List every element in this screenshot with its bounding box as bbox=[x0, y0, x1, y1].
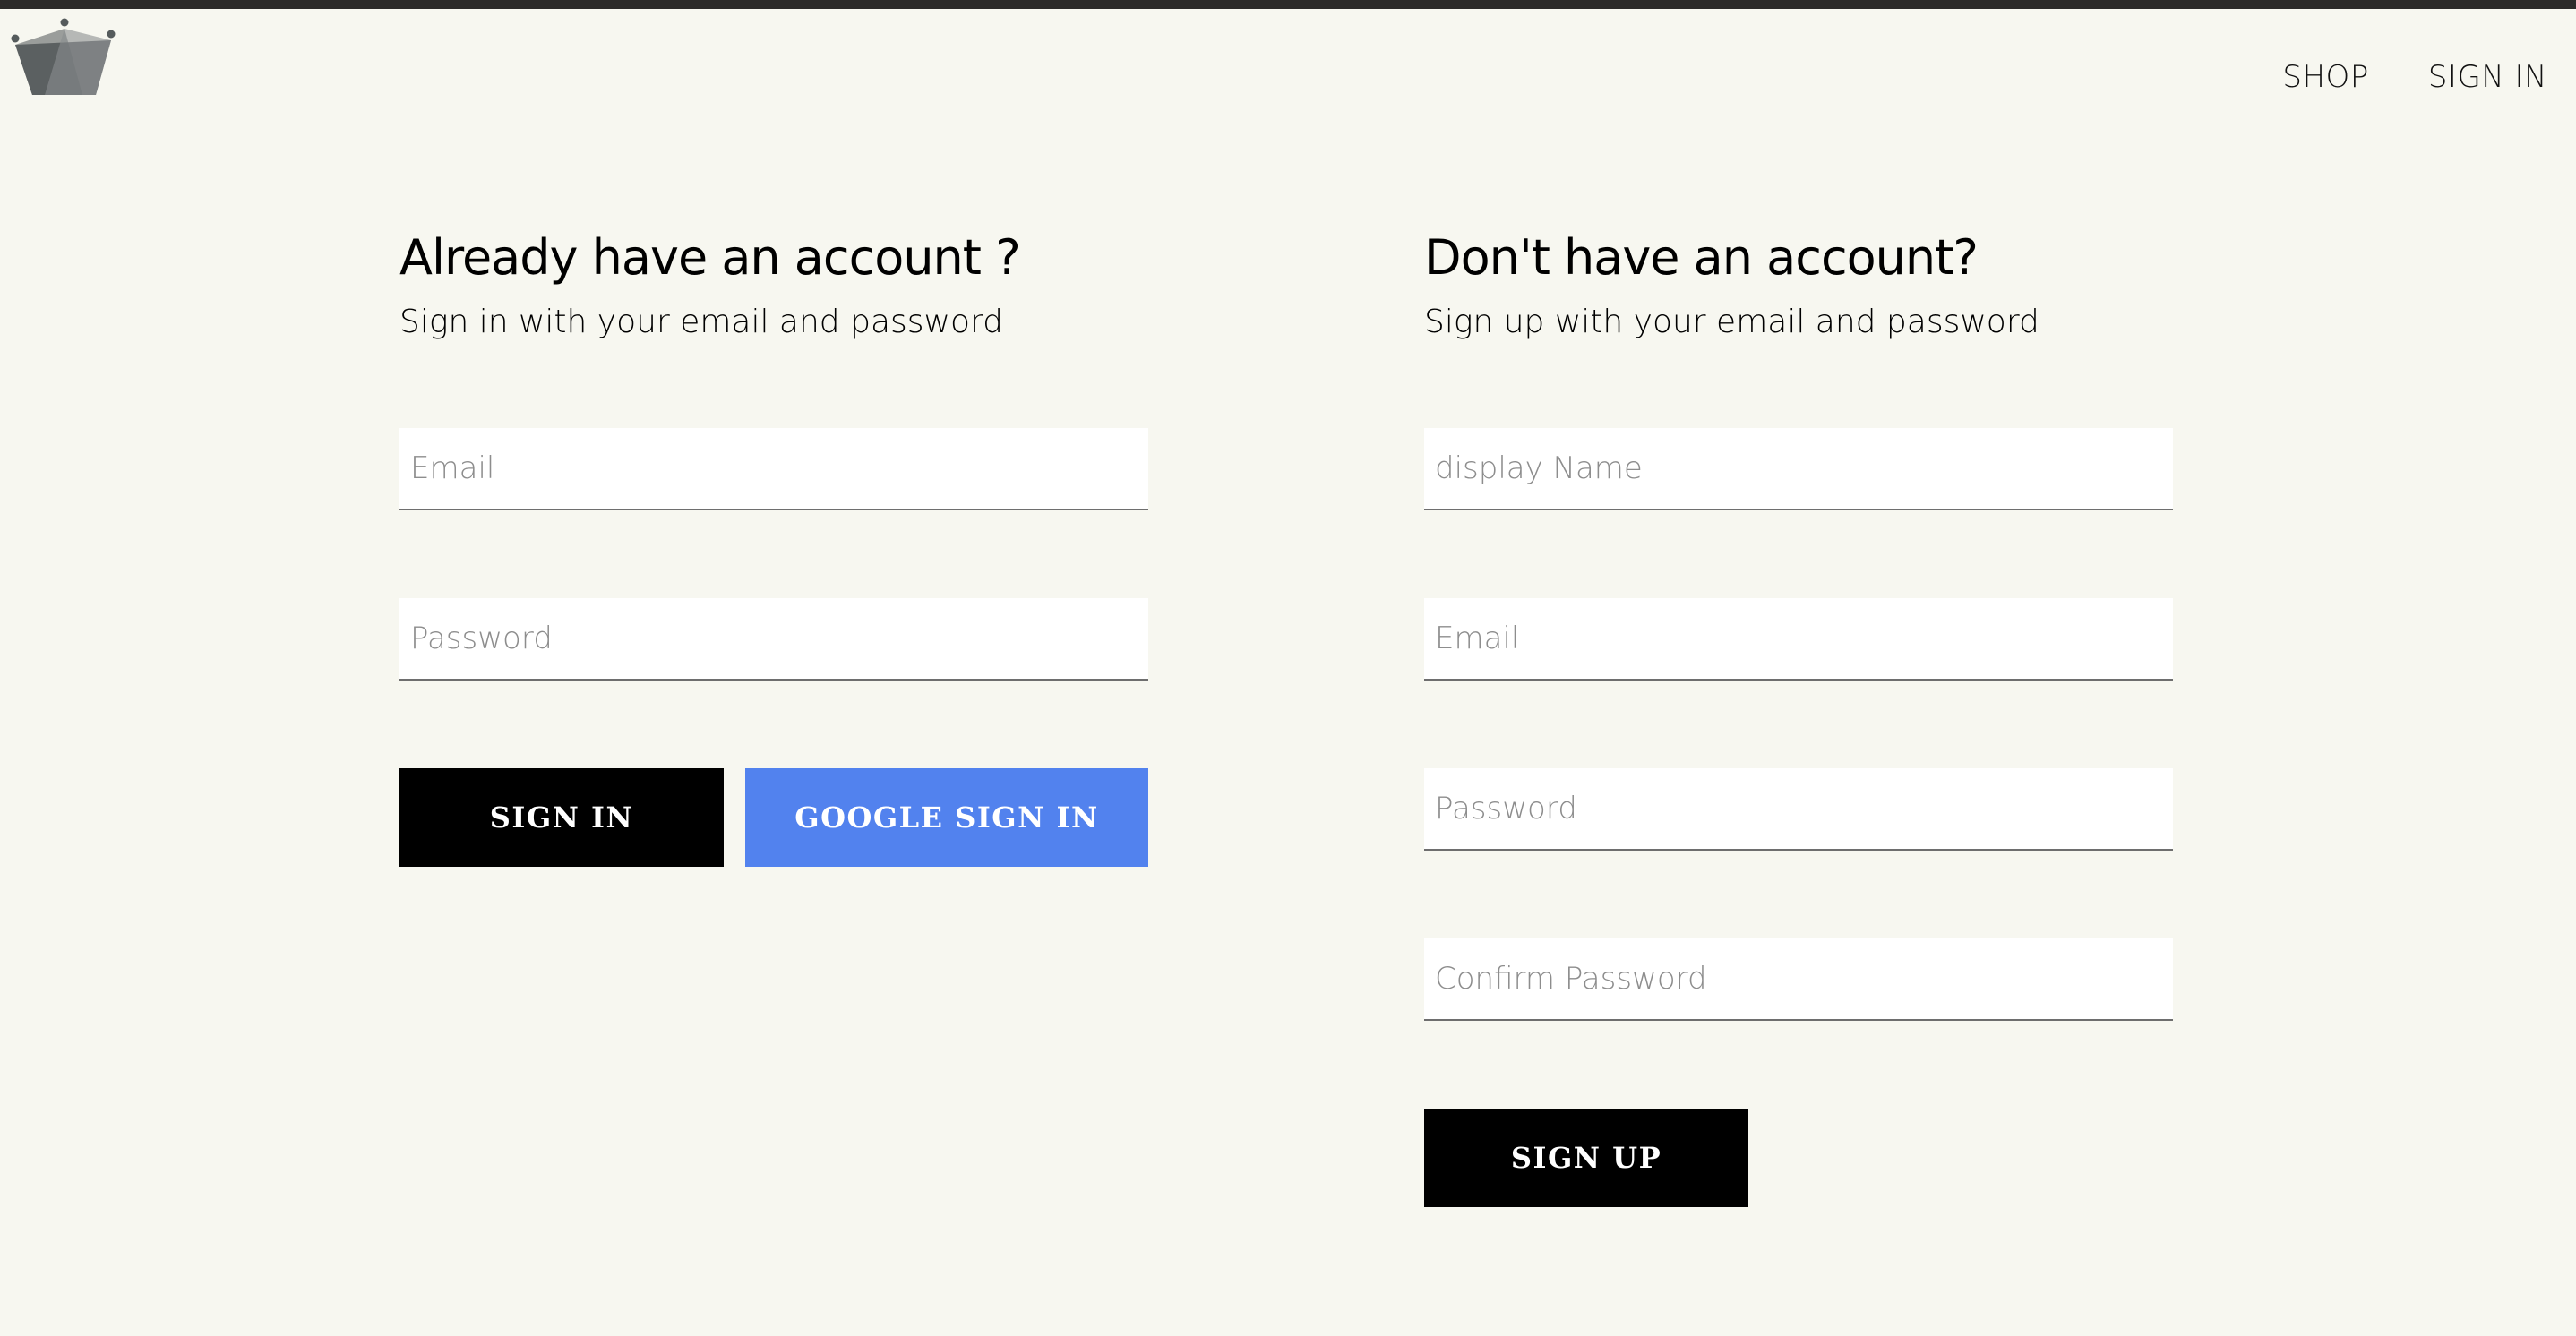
sign-in-button-row: SIGN IN GOOGLE SIGN IN bbox=[399, 768, 1152, 867]
main-nav: SHOP SIGN IN bbox=[2282, 59, 2547, 95]
sign-in-button[interactable]: SIGN IN bbox=[399, 768, 724, 867]
sign-in-password-input[interactable] bbox=[399, 598, 1148, 681]
confirm-password-input[interactable] bbox=[1424, 938, 2173, 1021]
sign-up-email-input[interactable] bbox=[1424, 598, 2173, 681]
sign-in-title: Already have an account ? bbox=[399, 229, 1021, 286]
sign-up-subtitle: Sign up with your email and password bbox=[1424, 304, 2039, 340]
top-bar bbox=[0, 0, 2576, 9]
sign-in-panel: Already have an account ? Sign in with y… bbox=[399, 226, 1152, 867]
sign-up-panel: Don't have an account? Sign up with your… bbox=[1424, 226, 2177, 1207]
nav-sign-in-link[interactable]: SIGN IN bbox=[2428, 59, 2547, 95]
sign-up-button[interactable]: SIGN UP bbox=[1424, 1109, 1748, 1207]
nav-shop-link[interactable]: SHOP bbox=[2282, 59, 2368, 95]
crown-icon bbox=[11, 18, 116, 95]
home-logo-link[interactable] bbox=[11, 16, 116, 100]
sign-up-password-input[interactable] bbox=[1424, 768, 2173, 851]
sign-up-form bbox=[1424, 428, 2177, 1021]
google-sign-in-button[interactable]: GOOGLE SIGN IN bbox=[745, 768, 1148, 867]
sign-in-subtitle: Sign in with your email and password bbox=[399, 304, 1003, 340]
sign-in-form bbox=[399, 428, 1152, 681]
sign-up-button-row: SIGN UP bbox=[1424, 1109, 2177, 1207]
sign-in-email-input[interactable] bbox=[399, 428, 1148, 510]
sign-up-title: Don't have an account? bbox=[1424, 229, 1979, 286]
display-name-input[interactable] bbox=[1424, 428, 2173, 510]
